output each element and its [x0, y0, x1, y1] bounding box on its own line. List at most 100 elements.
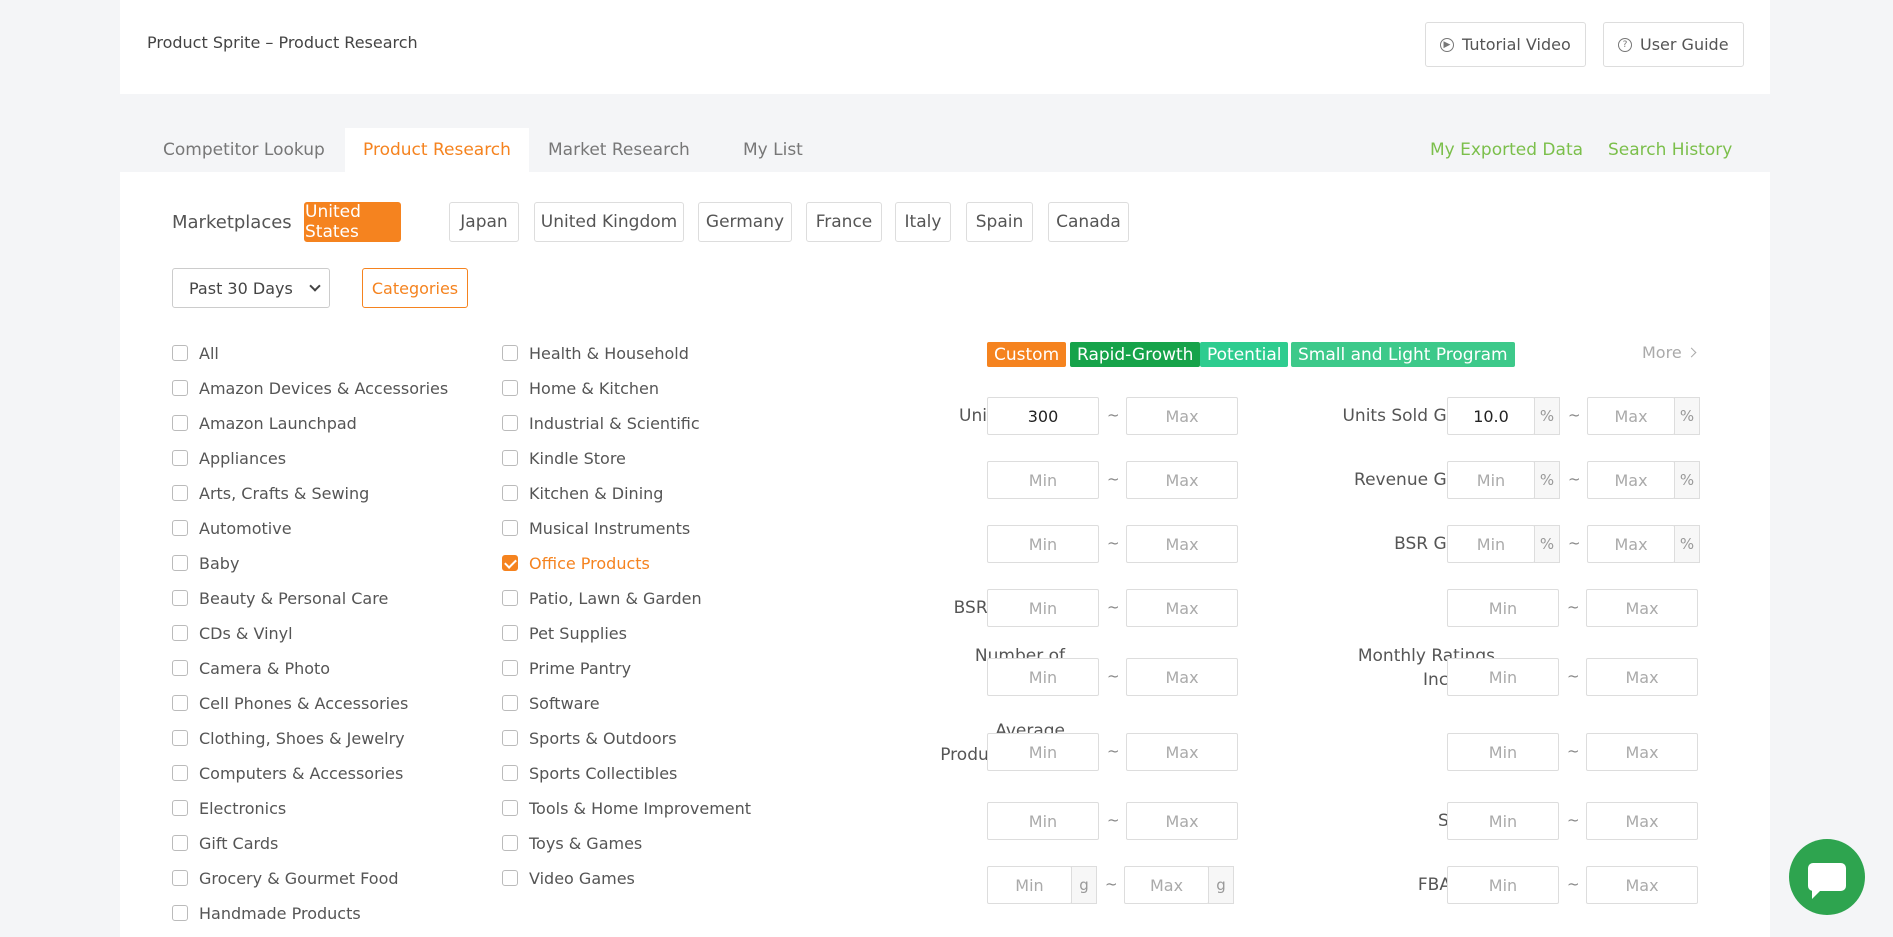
checkbox-box[interactable] [172, 660, 188, 676]
marketplace-canada[interactable]: Canada [1048, 202, 1129, 242]
marketplace-japan[interactable]: Japan [449, 202, 519, 242]
category-checkbox[interactable]: Tools & Home Improvement [502, 797, 751, 819]
max-input[interactable]: Max [1126, 658, 1238, 696]
checkbox-box[interactable] [172, 870, 188, 886]
max-input[interactable]: Max [1586, 733, 1698, 771]
min-input[interactable]: Min [1447, 589, 1559, 627]
max-input[interactable]: Max [1126, 525, 1238, 563]
marketplace-spain[interactable]: Spain [966, 202, 1033, 242]
checkbox-box[interactable] [172, 450, 188, 466]
min-input[interactable]: Min [987, 866, 1072, 904]
checkbox-box[interactable] [172, 345, 188, 361]
min-input[interactable]: Min [1447, 525, 1535, 563]
category-checkbox[interactable]: Arts, Crafts & Sewing [172, 482, 369, 504]
checkbox-box[interactable] [502, 380, 518, 396]
category-checkbox[interactable]: Clothing, Shoes & Jewelry [172, 727, 405, 749]
min-input[interactable]: Min [1447, 658, 1559, 696]
search-history-link[interactable]: Search History [1608, 128, 1732, 172]
category-checkbox[interactable]: Computers & Accessories [172, 762, 403, 784]
checkbox-box[interactable] [172, 695, 188, 711]
max-input[interactable]: Max [1586, 589, 1698, 627]
category-checkbox[interactable]: All [172, 342, 219, 364]
category-checkbox[interactable]: Kitchen & Dining [502, 482, 663, 504]
user-guide-button[interactable]: ? User Guide [1603, 22, 1744, 67]
marketplace-italy[interactable]: Italy [895, 202, 951, 242]
checkbox-box[interactable] [502, 800, 518, 816]
checkbox-box[interactable] [502, 520, 518, 536]
category-checkbox[interactable]: Sports Collectibles [502, 762, 677, 784]
checkbox-box[interactable] [172, 590, 188, 606]
category-checkbox[interactable]: Handmade Products [172, 902, 361, 924]
marketplace-germany[interactable]: Germany [698, 202, 792, 242]
category-checkbox[interactable]: Toys & Games [502, 832, 642, 854]
min-input[interactable]: Min [987, 589, 1099, 627]
category-checkbox[interactable]: Health & Household [502, 342, 689, 364]
checkbox-box[interactable] [502, 660, 518, 676]
category-checkbox[interactable]: Industrial & Scientific [502, 412, 700, 434]
category-checkbox[interactable]: Camera & Photo [172, 657, 330, 679]
category-checkbox[interactable]: Home & Kitchen [502, 377, 659, 399]
checkbox-box[interactable] [502, 450, 518, 466]
max-input[interactable]: Max [1126, 397, 1238, 435]
category-checkbox[interactable]: Electronics [172, 797, 286, 819]
checkbox-box[interactable] [502, 835, 518, 851]
category-checkbox[interactable]: Pet Supplies [502, 622, 627, 644]
my-exported-data-link[interactable]: My Exported Data [1430, 128, 1583, 172]
checkbox-box[interactable] [502, 555, 518, 571]
preset-potential[interactable]: Potential [1200, 342, 1289, 367]
checkbox-box[interactable] [502, 415, 518, 431]
max-input[interactable]: Max [1586, 658, 1698, 696]
category-checkbox[interactable]: Cell Phones & Accessories [172, 692, 408, 714]
checkbox-box[interactable] [502, 870, 518, 886]
checkbox-box[interactable] [172, 730, 188, 746]
min-input[interactable]: Min [987, 733, 1099, 771]
min-input[interactable]: Min [1447, 866, 1559, 904]
category-checkbox[interactable]: CDs & Vinyl [172, 622, 293, 644]
tutorial-video-button[interactable]: ▶ Tutorial Video [1425, 22, 1586, 67]
category-checkbox[interactable]: Baby [172, 552, 239, 574]
category-checkbox[interactable]: Patio, Lawn & Garden [502, 587, 702, 609]
max-input[interactable]: Max [1126, 461, 1238, 499]
checkbox-box[interactable] [502, 345, 518, 361]
preset-custom[interactable]: Custom [987, 342, 1067, 367]
checkbox-box[interactable] [502, 590, 518, 606]
marketplace-united-states[interactable]: United States [304, 202, 401, 242]
checkbox-box[interactable] [172, 520, 188, 536]
category-checkbox[interactable]: Office Products [502, 552, 650, 574]
marketplace-united-kingdom[interactable]: United Kingdom [534, 202, 684, 242]
min-input[interactable]: Min [987, 461, 1099, 499]
max-input[interactable]: Max [1586, 802, 1698, 840]
max-input[interactable]: Max [1126, 733, 1238, 771]
marketplace-france[interactable]: France [806, 202, 882, 242]
min-input[interactable]: Min [1447, 802, 1559, 840]
category-checkbox[interactable]: Kindle Store [502, 447, 626, 469]
category-checkbox[interactable]: Amazon Launchpad [172, 412, 357, 434]
category-checkbox[interactable]: Gift Cards [172, 832, 278, 854]
checkbox-box[interactable] [502, 625, 518, 641]
checkbox-box[interactable] [502, 765, 518, 781]
category-checkbox[interactable]: Appliances [172, 447, 286, 469]
max-input[interactable]: Max [1586, 866, 1698, 904]
checkbox-box[interactable] [172, 765, 188, 781]
more-presets-link[interactable]: More [1642, 343, 1697, 362]
min-input[interactable]: Min [987, 658, 1099, 696]
tab-my-list[interactable]: My List [725, 128, 821, 172]
min-input[interactable]: Min [1447, 461, 1535, 499]
min-input[interactable]: Min [987, 802, 1099, 840]
category-checkbox[interactable]: Prime Pantry [502, 657, 631, 679]
period-select[interactable]: Past 30 Days [172, 268, 330, 308]
min-input[interactable]: Min [987, 525, 1099, 563]
preset-small-and-light[interactable]: Small and Light Program [1291, 342, 1515, 367]
preset-rapid-growth[interactable]: Rapid-Growth [1070, 342, 1201, 367]
max-input[interactable]: Max [1587, 397, 1675, 435]
checkbox-box[interactable] [172, 905, 188, 921]
checkbox-box[interactable] [172, 835, 188, 851]
categories-button[interactable]: Categories [362, 268, 468, 308]
checkbox-box[interactable] [172, 555, 188, 571]
checkbox-box[interactable] [502, 695, 518, 711]
tab-product-research[interactable]: Product Research [345, 128, 529, 172]
category-checkbox[interactable]: Grocery & Gourmet Food [172, 867, 399, 889]
category-checkbox[interactable]: Software [502, 692, 600, 714]
category-checkbox[interactable]: Video Games [502, 867, 635, 889]
max-input[interactable]: Max [1126, 589, 1238, 627]
